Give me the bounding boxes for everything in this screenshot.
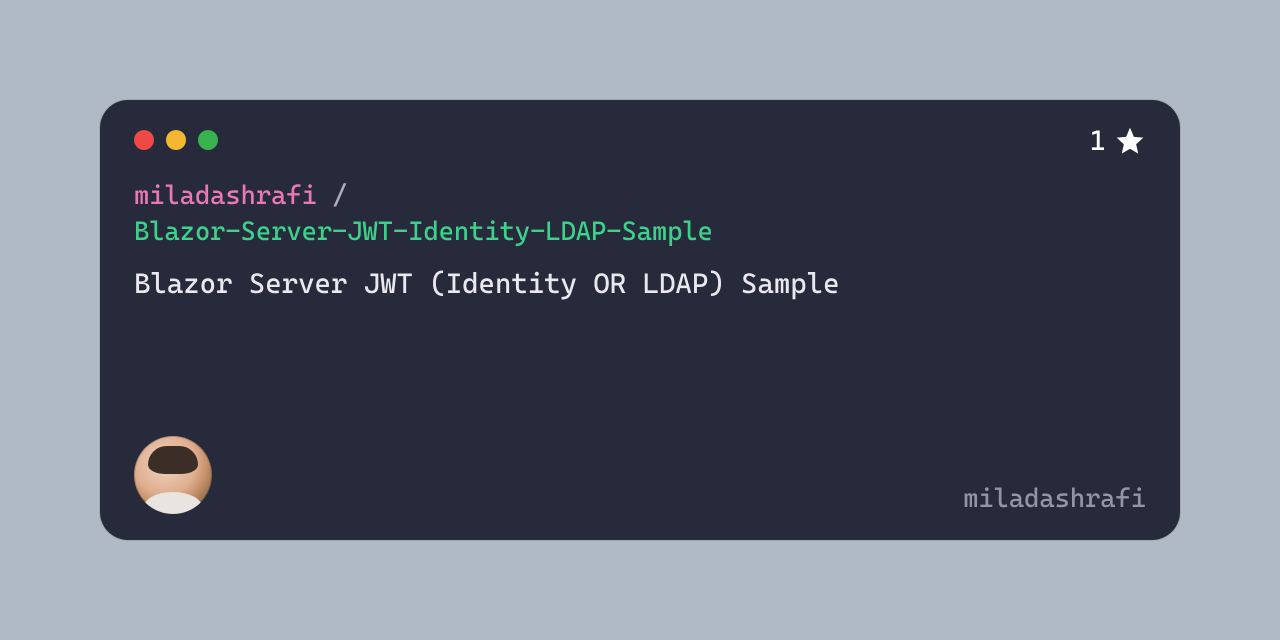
repo-name[interactable]: Blazor-Server-JWT-Identity-LDAP-Sample	[134, 217, 713, 247]
repo-owner[interactable]: miladashrafi	[134, 181, 317, 211]
minimize-icon	[166, 130, 186, 150]
path-separator: /	[317, 181, 347, 211]
window-controls	[134, 130, 1146, 150]
repo-card: 1 miladashrafi / Blazor-Server-JWT-Ident…	[100, 100, 1180, 540]
star-value: 1	[1090, 124, 1106, 157]
repo-description: Blazor Server JWT (Identity OR LDAP) Sam…	[134, 265, 1146, 303]
star-icon	[1114, 125, 1146, 157]
repo-path: miladashrafi / Blazor-Server-JWT-Identit…	[134, 178, 1146, 251]
username-label: miladashrafi	[963, 484, 1146, 514]
star-count: 1	[1090, 124, 1146, 157]
maximize-icon	[198, 130, 218, 150]
close-icon	[134, 130, 154, 150]
avatar[interactable]	[134, 436, 212, 514]
